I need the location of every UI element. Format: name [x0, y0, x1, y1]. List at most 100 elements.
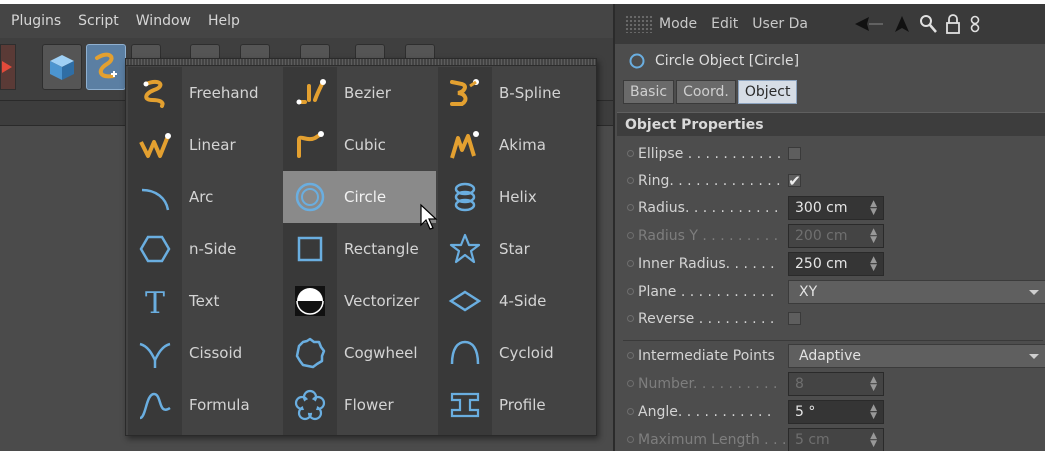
cube-tool-button[interactable]	[42, 44, 82, 90]
keyframe-dot[interactable]	[627, 408, 634, 415]
spinner-icon[interactable]: ▲ ▼	[870, 255, 877, 272]
prop-radius: Radius. . . . . . . . . . . 300 cm ▲ ▼	[615, 194, 1045, 221]
spinner-icon: ▲ ▼	[870, 374, 877, 393]
spinner-icon: ▲ ▼	[870, 226, 877, 245]
menu-item-bezier[interactable]: Bezier	[283, 67, 436, 119]
back-arrow-icon[interactable]	[853, 14, 885, 34]
intermediate-points-dropdown[interactable]: Adaptive	[788, 343, 1045, 368]
prop-number: Number. . . . . . . . . . 8 ▲ ▼	[615, 370, 1045, 397]
tab-coord[interactable]: Coord.	[676, 80, 736, 104]
keyframe-dot[interactable]	[627, 204, 634, 211]
prop-ellipse: Ellipse . . . . . . . . . . .	[615, 140, 1045, 167]
menu-item-label: Formula	[189, 396, 250, 414]
menu-item-cissoid[interactable]: Cissoid	[128, 327, 281, 379]
menu-item-label: Cissoid	[189, 344, 243, 362]
menu-item-akima[interactable]: Akima	[438, 119, 591, 171]
menu-script[interactable]: Script	[78, 13, 119, 29]
menu-item-label: Cogwheel	[344, 344, 418, 362]
spline-tool-button[interactable]	[86, 44, 126, 90]
divider	[623, 340, 1043, 341]
spinner-icon[interactable]: ▲ ▼	[870, 403, 877, 420]
b-spline-icon	[438, 67, 492, 119]
prop-label: Angle. . . . . . . . . . .	[638, 403, 772, 420]
menu-item-label: Profile	[499, 396, 546, 414]
menu-item-n-side[interactable]: n-Side	[128, 223, 281, 275]
menu-plugins[interactable]: Plugins	[11, 13, 61, 29]
menu-item-label: 4-Side	[499, 292, 547, 310]
spinner-icon[interactable]: ▲ ▼	[870, 199, 877, 216]
menu-item-label: Freehand	[189, 84, 259, 102]
menu-item-arc[interactable]: Arc	[128, 171, 281, 223]
cube-icon	[50, 55, 74, 80]
keyframe-dot[interactable]	[627, 352, 634, 359]
menu-user-data[interactable]: User Da	[752, 16, 808, 32]
prop-label: Maximum Length . . .	[638, 431, 787, 448]
four-side-icon	[438, 275, 492, 327]
mouse-cursor-icon	[420, 203, 438, 230]
spline-tool-icon	[95, 52, 117, 79]
menu-item-formula[interactable]: Formula	[128, 379, 281, 431]
menu-drag-handle[interactable]	[126, 59, 596, 66]
n-side-icon	[128, 223, 182, 275]
inner-radius-field[interactable]: 250 cm ▲ ▼	[788, 251, 884, 276]
menu-item-label: Vectorizer	[344, 292, 420, 310]
menu-window[interactable]: Window	[136, 13, 191, 29]
forward-arrow-icon[interactable]	[893, 14, 911, 34]
keyframe-dot[interactable]	[627, 150, 634, 157]
keyframe-dot[interactable]	[627, 288, 634, 295]
menu-item-rectangle[interactable]: Rectangle	[283, 223, 436, 275]
menu-item-flower[interactable]: Flower	[283, 379, 436, 431]
menu-item-helix[interactable]: Helix	[438, 171, 591, 223]
menu-item-cogwheel[interactable]: Cogwheel	[283, 327, 436, 379]
keyframe-dot	[627, 232, 634, 239]
radius-field[interactable]: 300 cm ▲ ▼	[788, 195, 884, 220]
menu-item-cubic[interactable]: Cubic	[283, 119, 436, 171]
tab-basic[interactable]: Basic	[623, 80, 675, 104]
menu-item-vectorizer[interactable]: Vectorizer	[283, 275, 436, 327]
menu-item-profile[interactable]: Profile	[438, 379, 591, 431]
keyframe-dot	[627, 380, 634, 387]
keyframe-dot[interactable]	[627, 315, 634, 322]
circle-object-icon	[629, 53, 645, 69]
lock-icon[interactable]	[945, 14, 961, 34]
tab-object[interactable]: Object	[737, 80, 798, 104]
keyframe-dot[interactable]	[627, 260, 634, 267]
maximum-length-field: 5 cm ▲ ▼	[788, 427, 884, 451]
akima-spline-icon	[438, 119, 492, 171]
reverse-checkbox[interactable]	[788, 312, 801, 325]
menu-item-star[interactable]: Star	[438, 223, 591, 275]
cycloid-icon	[438, 327, 492, 379]
keyframe-dot[interactable]	[627, 177, 634, 184]
search-icon[interactable]	[919, 14, 937, 34]
chevron-down-icon	[1029, 353, 1039, 359]
menu-mode[interactable]: Mode	[659, 16, 697, 32]
more-icon[interactable]	[969, 14, 981, 34]
menu-item-linear[interactable]: Linear	[128, 119, 281, 171]
menu-item-label: Akima	[499, 136, 546, 154]
menu-item-circle[interactable]: Circle	[283, 171, 436, 223]
menu-item-freehand[interactable]: Freehand	[128, 67, 281, 119]
circle-icon	[283, 171, 337, 223]
menu-item-text[interactable]: T Text	[128, 275, 281, 327]
prop-label: Plane . . . . . . . . . . .	[638, 283, 775, 300]
menu-item-label: Star	[499, 240, 530, 258]
panel-grip[interactable]	[625, 15, 653, 33]
menu-item-b-spline[interactable]: B-Spline	[438, 67, 591, 119]
ellipse-checkbox[interactable]	[788, 147, 801, 160]
helix-icon	[438, 171, 492, 223]
menu-item-4-side[interactable]: 4-Side	[438, 275, 591, 327]
plane-dropdown[interactable]: XY	[788, 279, 1045, 304]
menu-item-cycloid[interactable]: Cycloid	[438, 327, 591, 379]
linear-spline-icon	[128, 119, 182, 171]
spinner-icon: ▲ ▼	[870, 430, 877, 449]
angle-field[interactable]: 5 ° ▲ ▼	[788, 399, 884, 424]
profile-icon	[438, 379, 492, 431]
render-tool-button[interactable]	[0, 44, 16, 90]
menu-help[interactable]: Help	[208, 13, 240, 29]
ring-checkbox[interactable]: ✔	[788, 172, 801, 190]
section-object-properties[interactable]: Object Properties	[617, 112, 1045, 136]
chevron-down-icon	[1029, 289, 1039, 295]
prop-label: Intermediate Points	[638, 347, 775, 364]
bezier-spline-icon	[283, 67, 337, 119]
menu-edit[interactable]: Edit	[711, 16, 738, 32]
